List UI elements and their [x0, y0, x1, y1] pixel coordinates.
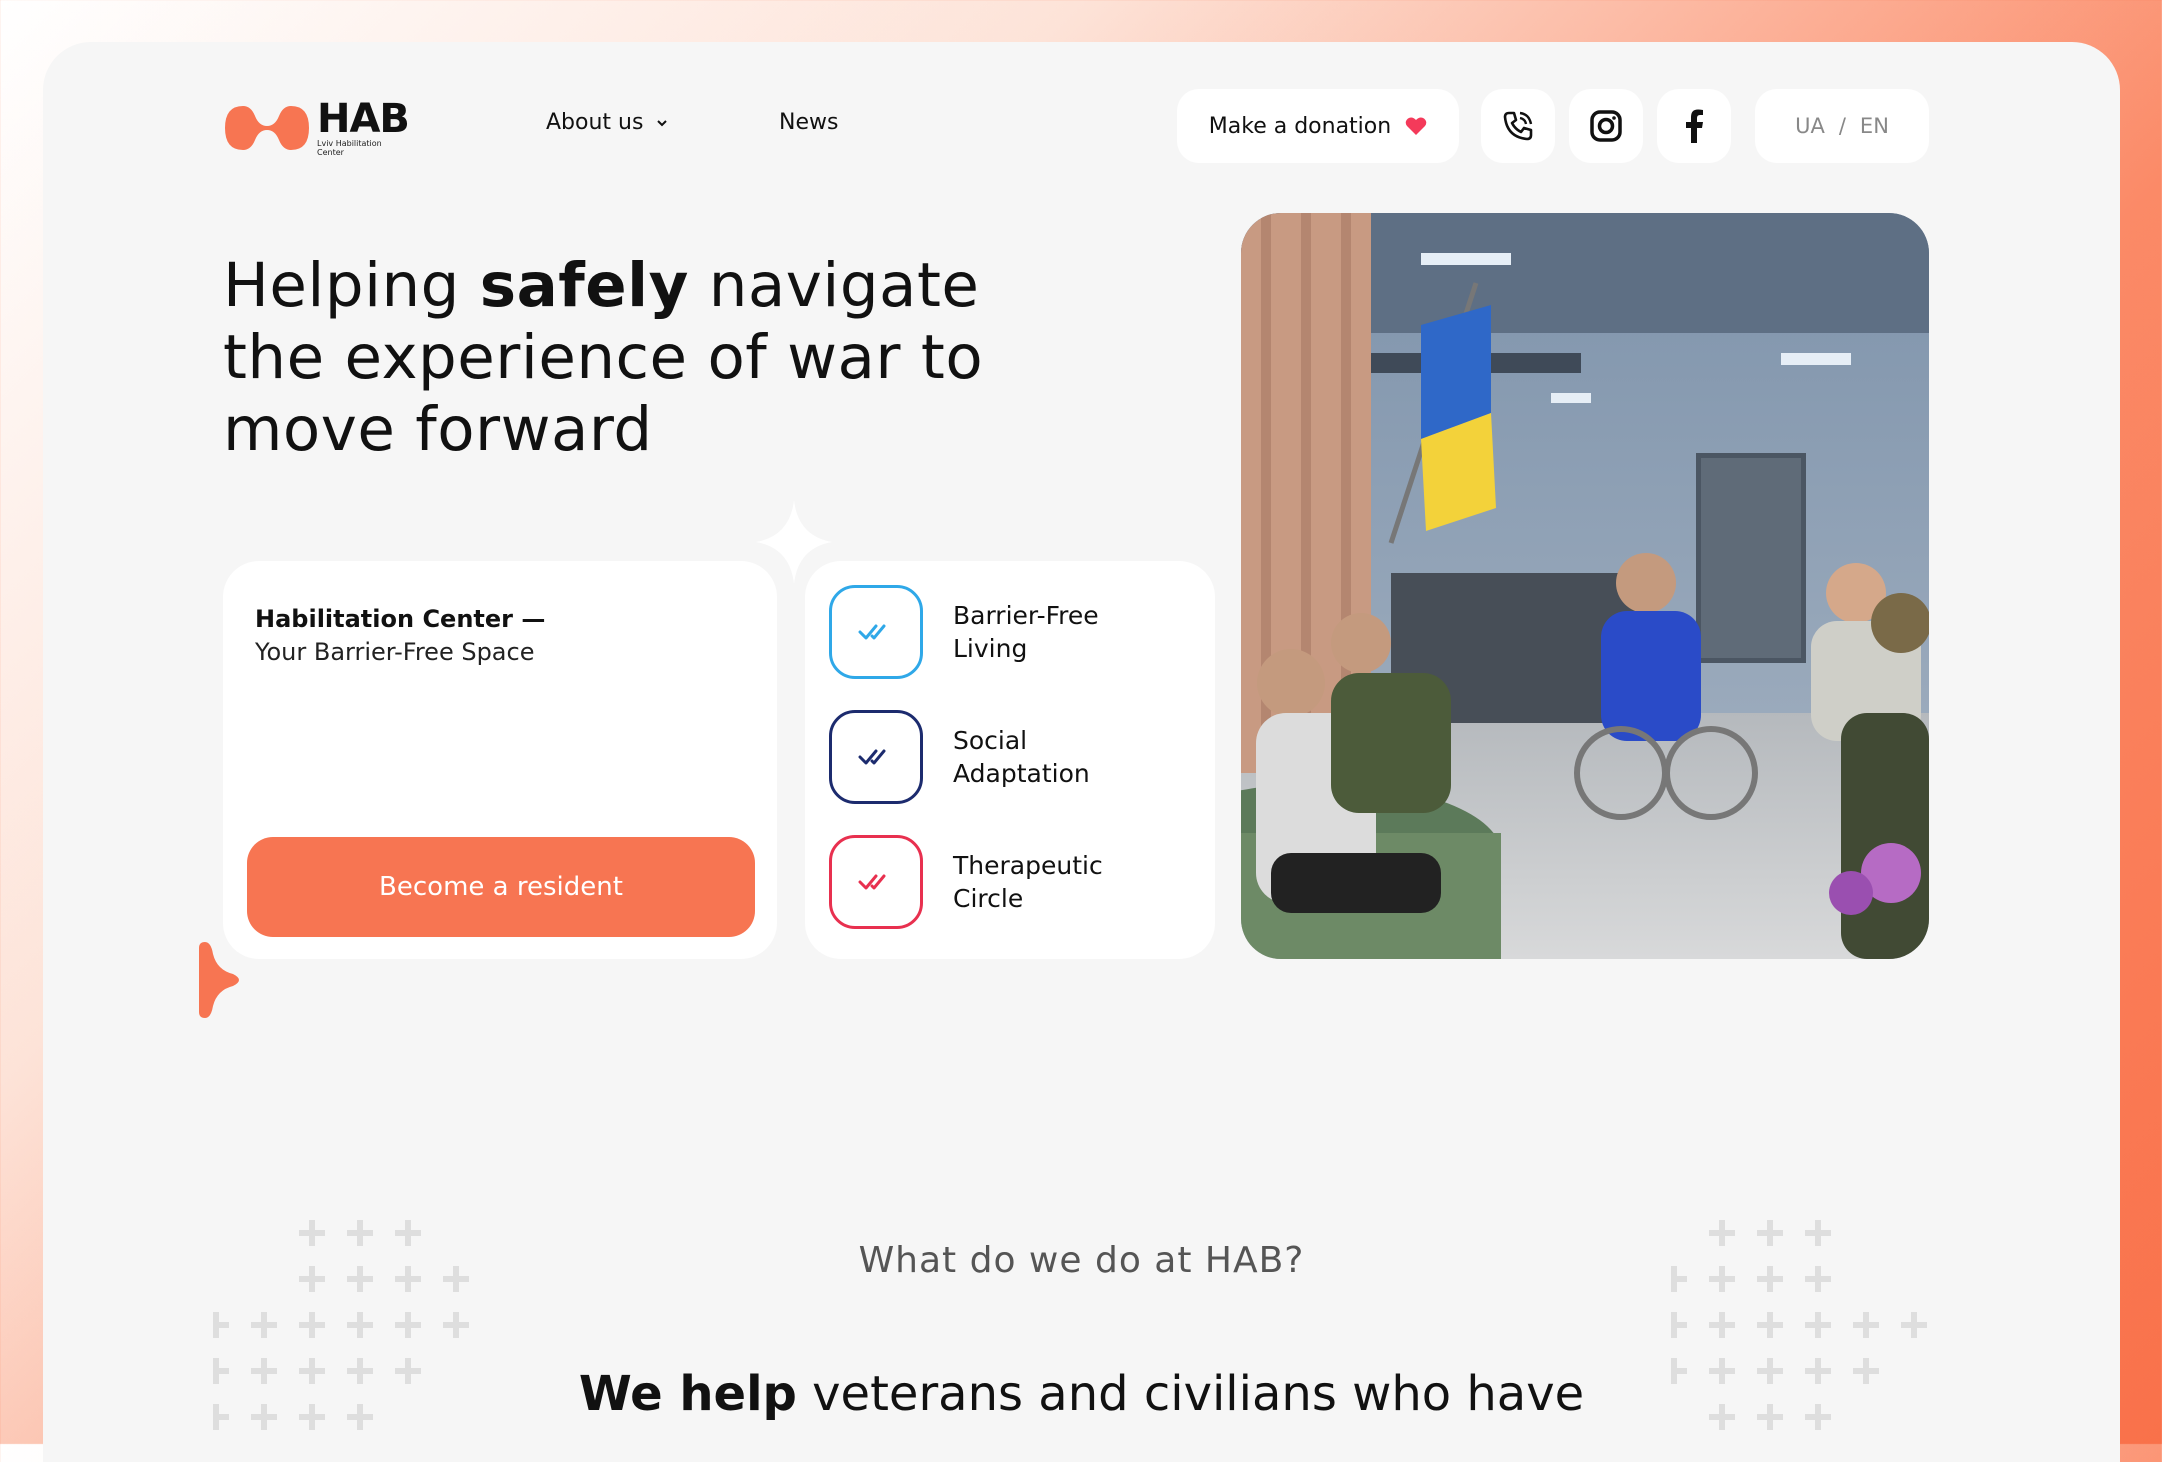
card-subtitle: Your Barrier-Free Space	[255, 638, 535, 666]
heart-icon	[1405, 117, 1427, 135]
hero-headline: Helping safely navigate the experience o…	[223, 250, 1063, 466]
language-switcher: UA / EN	[1755, 89, 1929, 163]
instagram-button[interactable]	[1569, 89, 1643, 163]
card-title: Habilitation Center —	[255, 605, 546, 633]
facebook-icon	[1686, 109, 1703, 143]
feature-label: Barrier-Free Living	[953, 601, 1099, 663]
facebook-button[interactable]	[1657, 89, 1731, 163]
lang-en[interactable]: EN	[1860, 114, 1889, 138]
features-card: Barrier-Free Living Social Adaptation Th…	[805, 561, 1215, 959]
flower-decoration	[199, 942, 239, 1018]
nav-news-label: News	[779, 110, 839, 135]
phone-button[interactable]	[1481, 89, 1555, 163]
logo[interactable]: HAB Lviv Habilitation Center	[221, 96, 410, 158]
hero-photo	[1241, 213, 1929, 959]
phone-icon	[1503, 111, 1533, 141]
feature-item: Barrier-Free Living	[829, 585, 1143, 679]
feature-item: Social Adaptation	[829, 710, 1143, 804]
nav-about-label: About us	[546, 110, 644, 135]
donate-button[interactable]: Make a donation	[1177, 89, 1459, 163]
double-check-icon	[829, 710, 923, 804]
feature-label: Therapeutic Circle	[953, 851, 1103, 913]
headline-part-1: Helping	[223, 250, 480, 321]
headline-bold: safely	[479, 250, 689, 321]
double-check-icon	[829, 585, 923, 679]
chevron-down-icon	[657, 119, 668, 126]
feature-item: Therapeutic Circle	[829, 835, 1143, 929]
nav-about-us[interactable]: About us	[546, 110, 669, 135]
nav-news[interactable]: News	[779, 110, 838, 135]
section-help-text: We help veterans and civilians who have	[43, 1366, 2120, 1422]
help-bold: We help	[578, 1366, 797, 1422]
logo-title: HAB	[317, 96, 410, 142]
logo-mark-icon	[225, 106, 309, 150]
lang-separator: /	[1838, 114, 1846, 138]
habilitation-card: Habilitation Center — Your Barrier-Free …	[223, 561, 777, 959]
instagram-icon	[1590, 110, 1622, 142]
page-container: HAB Lviv Habilitation Center About us Ne…	[43, 42, 2120, 1462]
help-rest: veterans and civilians who have	[796, 1366, 1585, 1422]
lang-ua[interactable]: UA	[1795, 114, 1825, 138]
section-question: What do we do at HAB?	[858, 1240, 1305, 1281]
donate-label: Make a donation	[1208, 113, 1392, 139]
feature-label: Social Adaptation	[953, 726, 1090, 788]
logo-subtitle: Lviv Habilitation Center	[317, 139, 382, 157]
double-check-icon	[829, 835, 923, 929]
become-resident-button[interactable]: Become a resident	[247, 837, 755, 937]
